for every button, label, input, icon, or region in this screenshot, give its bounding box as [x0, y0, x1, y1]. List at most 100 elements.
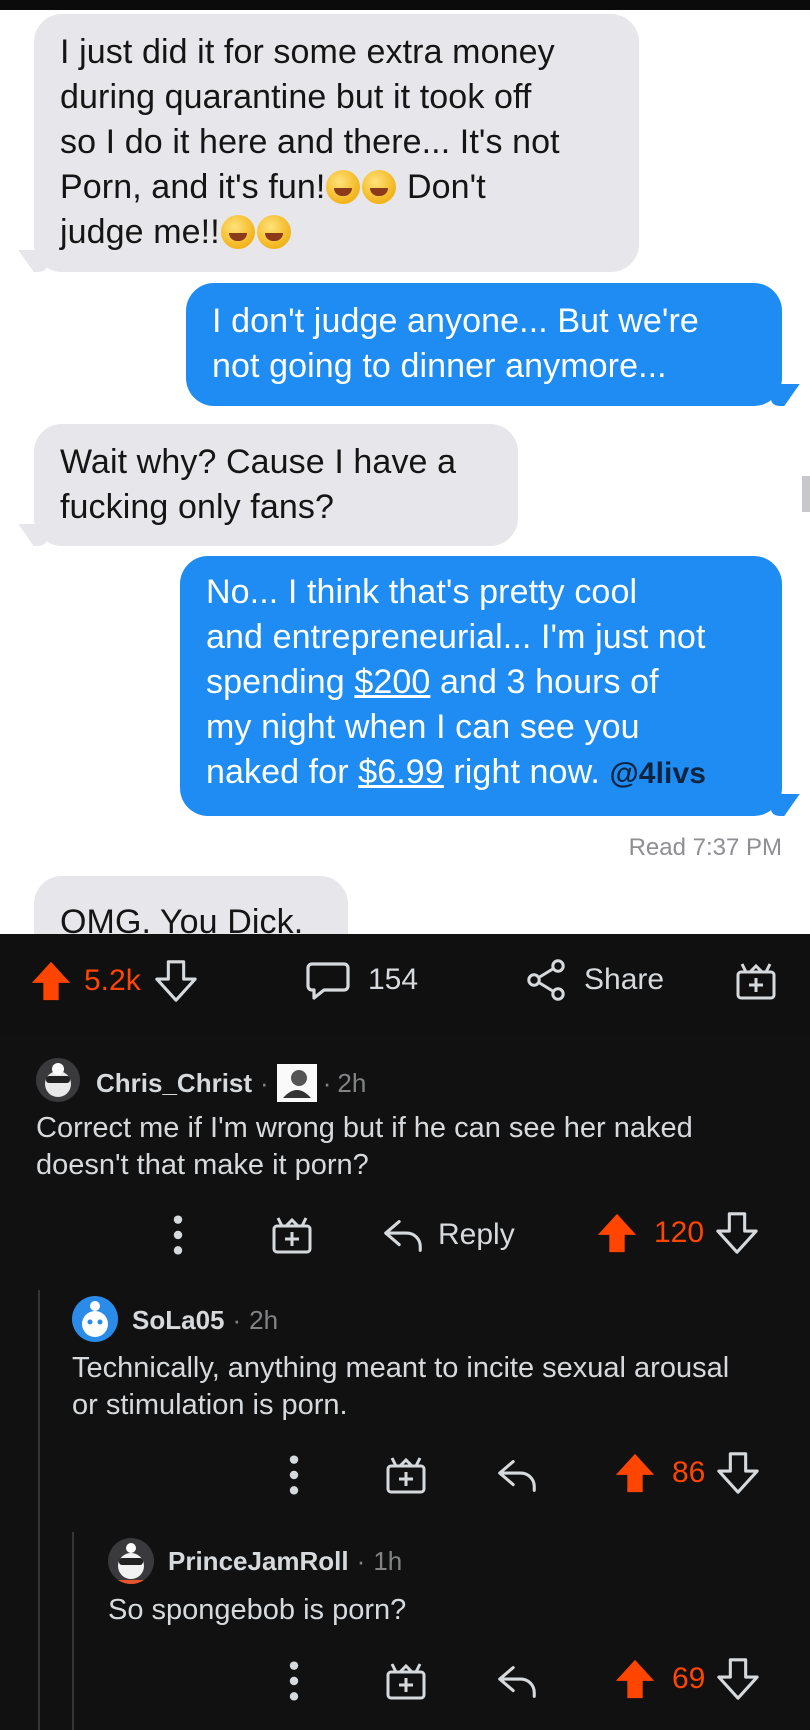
comment-author[interactable]: SoLa05	[132, 1305, 225, 1336]
comment-actions: 69	[0, 1654, 810, 1710]
read-receipt: Read 7:37 PM	[628, 834, 782, 861]
award-button[interactable]	[732, 956, 780, 1004]
reply-arrow-icon	[380, 1212, 426, 1258]
comment-actions: Reply 120	[0, 1206, 810, 1266]
meta-separator: ·	[232, 1305, 242, 1335]
comment-header: Chris_Christ · · 2h	[96, 1064, 366, 1102]
message-line: I just did it for some extra money	[60, 33, 555, 71]
post-action-bar: 5.2k 154 Share	[0, 934, 810, 1034]
upvote-arrow-icon[interactable]	[594, 1210, 640, 1256]
message-line: during quarantine but it took off	[60, 78, 532, 116]
downvote-arrow-icon[interactable]	[153, 958, 199, 1004]
comment-text-line: doesn't that make it porn?	[36, 1149, 369, 1181]
share-label: Share	[584, 963, 665, 996]
comment-actions: 86	[0, 1448, 810, 1504]
comment-text-line: So spongebob is porn?	[108, 1594, 407, 1626]
scroll-indicator	[802, 476, 810, 512]
message-line: I don't judge anyone... But we're	[212, 302, 699, 340]
comment-author[interactable]: Chris_Christ	[96, 1068, 252, 1099]
avatar[interactable]	[72, 1296, 118, 1342]
comment-vote-group: 69	[612, 1656, 761, 1702]
comment-header: PrinceJamRoll · 1h	[168, 1546, 402, 1577]
laughing-emoji-icon	[362, 170, 397, 204]
reply-arrow-icon[interactable]	[494, 1452, 540, 1498]
squinting-laugh-emoji-icon	[256, 215, 291, 249]
avatar[interactable]	[36, 1058, 80, 1102]
zany-emoji-icon	[220, 215, 255, 249]
message-line: No... I think that's pretty cool	[206, 573, 638, 611]
message-line: judge me!!	[60, 210, 613, 255]
more-dots-icon[interactable]	[166, 1212, 190, 1258]
comment-vote-group: 86	[612, 1450, 761, 1496]
comment-bubble-icon	[304, 956, 352, 1004]
comment-text-line: Correct me if I'm wrong but if he can se…	[36, 1112, 693, 1144]
message-text: Porn, and it's fun!	[60, 168, 326, 206]
share-button[interactable]: Share	[522, 956, 664, 1004]
message-line: not going to dinner anymore...	[212, 347, 667, 385]
message-text: spending	[206, 663, 355, 701]
laughing-emoji-icon	[326, 170, 361, 204]
outgoing-message-2: No... I think that's pretty cool and ent…	[180, 556, 782, 816]
downvote-arrow-icon[interactable]	[715, 1450, 761, 1496]
message-line: and entrepreneurial... I'm just not	[206, 618, 706, 656]
incoming-message-3: OMG. You Dick.	[34, 876, 348, 934]
price-link: $6.99	[358, 753, 444, 791]
award-gift-icon[interactable]	[382, 1656, 430, 1704]
outgoing-message-1: I don't judge anyone... But we're not go…	[186, 283, 782, 406]
upvote-arrow-icon[interactable]	[612, 1656, 658, 1702]
comment-body: So spongebob is porn?	[108, 1592, 798, 1629]
comment-time: 2h	[337, 1067, 367, 1098]
comment-body: Correct me if I'm wrong but if he can se…	[36, 1110, 796, 1184]
message-line: OMG. You Dick.	[60, 903, 304, 934]
comment-body: Technically, anything meant to incite se…	[72, 1350, 802, 1424]
reply-button[interactable]: Reply	[380, 1212, 515, 1258]
incoming-message-2: Wait why? Cause I have a fucking only fa…	[34, 424, 518, 546]
comment-time: 1h	[373, 1546, 403, 1576]
comment-vote-group: 120	[594, 1210, 760, 1256]
message-line: fucking only fans?	[60, 488, 334, 526]
more-dots-icon[interactable]	[282, 1452, 306, 1498]
message-line: so I do it here and there... It's not	[60, 123, 560, 161]
meta-separator: ·	[260, 1067, 269, 1098]
comment-count: 154	[368, 963, 419, 996]
message-line: my night when I can see you	[206, 708, 640, 746]
message-text: Don't	[397, 168, 486, 206]
reply-arrow-icon[interactable]	[494, 1658, 540, 1704]
award-gift-icon[interactable]	[268, 1210, 316, 1258]
comment-header: SoLa05 · 2h	[132, 1305, 278, 1336]
meta-separator: ·	[322, 1067, 332, 1098]
award-gift-icon	[732, 956, 780, 1004]
message-line: Wait why? Cause I have a	[60, 443, 457, 481]
share-icon	[522, 956, 570, 1004]
award-gift-icon[interactable]	[382, 1450, 430, 1498]
message-line: spending $200 and 3 hours of	[206, 660, 756, 705]
incoming-message-1: I just did it for some extra money durin…	[34, 14, 639, 272]
meta-separator: ·	[356, 1546, 366, 1576]
comments-button[interactable]: 154	[304, 956, 418, 1004]
upvote-arrow-icon[interactable]	[28, 958, 74, 1004]
avatar[interactable]	[108, 1538, 154, 1584]
top-bar	[0, 0, 810, 10]
comment-author[interactable]: PrinceJamRoll	[168, 1546, 349, 1577]
watermark: @4livs	[609, 757, 707, 790]
comment-score: 120	[654, 1216, 705, 1249]
downvote-arrow-icon[interactable]	[715, 1656, 761, 1702]
reply-label: Reply	[438, 1218, 515, 1251]
comment-score: 86	[672, 1456, 706, 1489]
message-text: judge me!!	[60, 213, 220, 251]
message-text: right now.	[443, 753, 610, 791]
downvote-arrow-icon[interactable]	[714, 1210, 760, 1256]
message-line: naked for $6.99 right now. @4livs	[206, 750, 756, 796]
comment-score: 69	[672, 1662, 706, 1695]
message-line: Porn, and it's fun! Don't	[60, 165, 613, 210]
comment-time: 2h	[249, 1305, 279, 1335]
price-link: $200	[354, 663, 431, 701]
comment-text-line: or stimulation is porn.	[72, 1389, 348, 1421]
message-text: and 3 hours of	[430, 663, 659, 701]
user-flair-image	[276, 1064, 317, 1102]
more-dots-icon[interactable]	[282, 1658, 306, 1704]
message-screenshot-image: I just did it for some extra money durin…	[0, 10, 810, 934]
post-score: 5.2k	[84, 964, 141, 997]
upvote-arrow-icon[interactable]	[612, 1450, 658, 1496]
message-text: naked for	[206, 753, 359, 791]
